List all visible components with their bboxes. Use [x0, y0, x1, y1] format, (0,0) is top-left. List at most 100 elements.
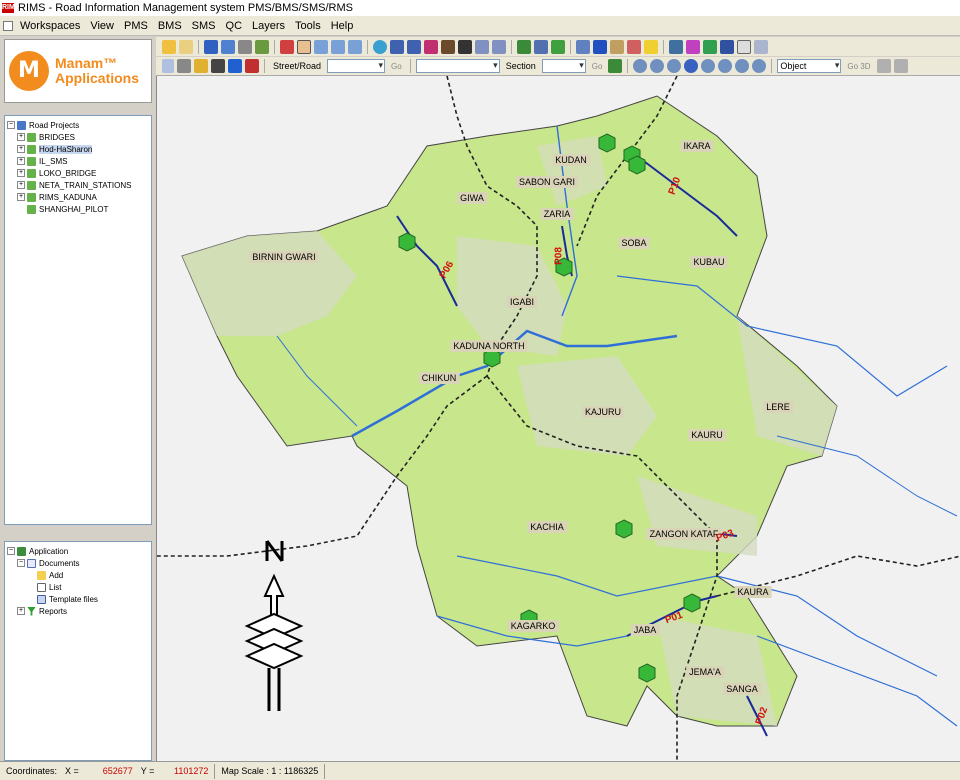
nav-target-icon[interactable]: [684, 59, 699, 73]
menu-sms[interactable]: SMS: [187, 20, 221, 32]
zoom-in-icon[interactable]: [314, 39, 328, 54]
tree-item-list[interactable]: List: [7, 581, 149, 593]
collapse-icon[interactable]: −: [17, 559, 25, 567]
menu-qc[interactable]: QC: [221, 20, 248, 32]
no-icon[interactable]: [737, 39, 751, 54]
collapse-icon[interactable]: −: [7, 547, 15, 555]
open-folder-icon[interactable]: [162, 39, 176, 54]
nav-refresh-icon[interactable]: [718, 59, 733, 73]
tree-item-add[interactable]: Add: [7, 569, 149, 581]
paint-icon[interactable]: [686, 39, 700, 54]
chart-icon[interactable]: [669, 39, 683, 54]
menu-bar: Workspaces View PMS BMS SMS QC Layers To…: [0, 16, 960, 36]
m-menu-icon[interactable]: [492, 39, 506, 54]
pan-hand-icon[interactable]: [297, 39, 311, 54]
project-tree[interactable]: − Road Projects + BRIDGES + Hod-HaSharon + I…: [4, 115, 152, 525]
layers-icon[interactable]: [517, 39, 531, 54]
collapse-icon[interactable]: −: [7, 121, 15, 129]
nav-forward-icon[interactable]: [752, 59, 767, 73]
layer-off-icon[interactable]: [245, 59, 259, 73]
tree-item-documents[interactable]: − Documents: [7, 557, 149, 569]
save-all-icon[interactable]: [221, 39, 235, 54]
star-icon[interactable]: [644, 39, 658, 54]
save-icon[interactable]: [204, 39, 218, 54]
tree-item-loko-bridge[interactable]: + LOKO_BRIDGE: [7, 167, 149, 179]
tree-item-bridges[interactable]: + BRIDGES: [7, 131, 149, 143]
globe-icon[interactable]: [373, 39, 387, 54]
open-file-icon[interactable]: [179, 39, 193, 54]
expand-icon[interactable]: +: [17, 193, 25, 201]
expand-icon[interactable]: +: [17, 607, 25, 615]
tree-item-hod-hasharon[interactable]: + Hod-HaSharon: [7, 143, 149, 155]
menu-pms[interactable]: PMS: [119, 20, 153, 32]
tree-item-il-sms[interactable]: + IL_SMS: [7, 155, 149, 167]
tree-root-application[interactable]: − Application: [7, 545, 149, 557]
site-marker: [628, 155, 646, 175]
application-tree[interactable]: − Application − Documents Add List Templat…: [4, 541, 152, 761]
clear-selection-icon[interactable]: [627, 39, 641, 54]
measure-icon[interactable]: [280, 39, 294, 54]
redo-icon[interactable]: [407, 39, 421, 54]
binoculars-icon[interactable]: [608, 59, 623, 73]
map-view[interactable]: GIWA KUDAN SABON GARI IKARA ZARIA BIRNIN…: [156, 76, 960, 761]
road-extra-combo[interactable]: [415, 59, 500, 73]
go-3d-button[interactable]: Go 3D: [844, 62, 873, 71]
g-menu-icon[interactable]: [475, 39, 489, 54]
expand-icon[interactable]: +: [17, 145, 25, 153]
table-icon[interactable]: [534, 39, 548, 54]
documents-icon: [27, 558, 36, 568]
pci-icon[interactable]: [162, 59, 174, 73]
expand-icon[interactable]: +: [17, 157, 25, 165]
photo-icon[interactable]: [194, 59, 208, 73]
road-label[interactable]: P08: [554, 247, 565, 265]
menu-bms[interactable]: BMS: [153, 20, 187, 32]
refresh-icon[interactable]: [876, 59, 891, 73]
add-icon[interactable]: [551, 39, 565, 54]
object-combo[interactable]: Object: [777, 59, 842, 73]
tree-item-shanghai-pilot[interactable]: SHANGHAI_PILOT: [7, 203, 149, 215]
nav-stop-icon[interactable]: [650, 59, 665, 73]
document-icon[interactable]: [754, 39, 768, 54]
tree-item-rims-kaduna[interactable]: + RIMS_KADUNA: [7, 191, 149, 203]
nav-up-icon[interactable]: [735, 59, 750, 73]
expand-icon[interactable]: +: [17, 169, 25, 177]
close-view-icon[interactable]: [893, 59, 908, 73]
navigation-toolbar: Street/Road Go Section Go Object Go 3D: [156, 57, 960, 76]
nav-next-icon[interactable]: [701, 59, 716, 73]
tree-item-template-files[interactable]: Template files: [7, 593, 149, 605]
road-icon[interactable]: [458, 39, 472, 54]
tree-item-neta-train-stations[interactable]: + NETA_TRAIN_STATIONS: [7, 179, 149, 191]
section-go-button[interactable]: Go: [589, 62, 606, 71]
street-go-button[interactable]: Go: [388, 62, 405, 71]
camera-icon[interactable]: [211, 59, 225, 73]
movie-icon[interactable]: [177, 59, 191, 73]
street-road-combo[interactable]: [327, 59, 386, 73]
database-link-icon[interactable]: [424, 39, 438, 54]
comment-icon[interactable]: [576, 39, 590, 54]
info-icon[interactable]: [593, 39, 607, 54]
crosshair-icon[interactable]: [228, 59, 242, 73]
excel-icon[interactable]: [703, 39, 717, 54]
menu-tools[interactable]: Tools: [290, 20, 326, 32]
layer-pin-icon[interactable]: [255, 39, 269, 54]
print-icon[interactable]: [238, 39, 252, 54]
tree-root-road-projects[interactable]: − Road Projects: [7, 119, 149, 131]
menu-workspaces[interactable]: Workspaces: [15, 20, 85, 32]
expand-icon[interactable]: +: [17, 133, 25, 141]
zoom-out-icon[interactable]: [331, 39, 345, 54]
section-combo[interactable]: [541, 59, 586, 73]
person-icon[interactable]: [441, 39, 455, 54]
tree-item-reports[interactable]: + Reports: [7, 605, 149, 617]
system-menu-icon[interactable]: [3, 20, 13, 31]
zoom-window-icon[interactable]: [348, 39, 362, 54]
undo-icon[interactable]: [390, 39, 404, 54]
menu-help[interactable]: Help: [326, 20, 359, 32]
main-toolbar: [156, 37, 960, 56]
menu-view[interactable]: View: [85, 20, 119, 32]
nav-prev-icon[interactable]: [667, 59, 682, 73]
expand-icon[interactable]: +: [17, 181, 25, 189]
select-grid-icon[interactable]: [610, 39, 624, 54]
grid-view-icon[interactable]: [720, 39, 734, 54]
nav-circle-icon[interactable]: [633, 59, 648, 73]
menu-layers[interactable]: Layers: [247, 20, 290, 32]
